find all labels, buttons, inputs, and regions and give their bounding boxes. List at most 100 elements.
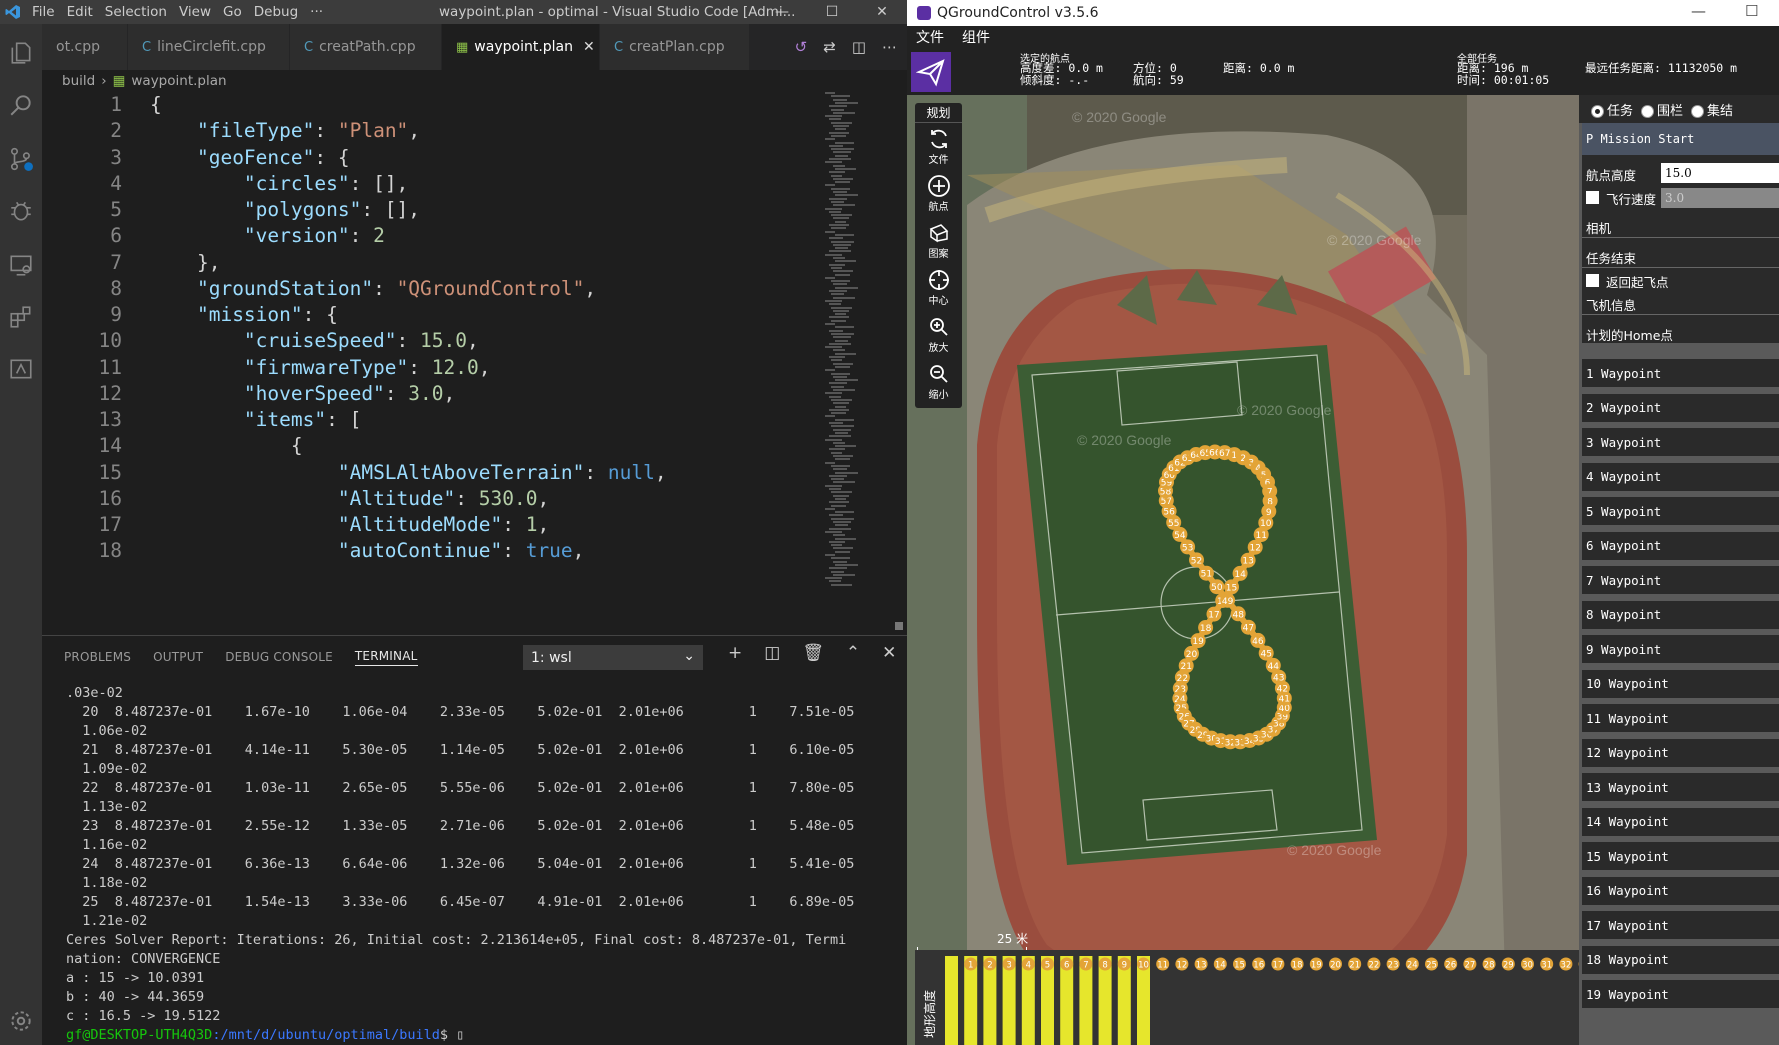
waypoint-item[interactable]: 8 Waypoint bbox=[1582, 600, 1779, 629]
menu-selection[interactable]: Selection bbox=[99, 4, 173, 20]
code-line[interactable]: 15 "AMSLAltAboveTerrain": null, bbox=[42, 458, 842, 488]
new-terminal-icon[interactable]: + bbox=[728, 643, 742, 663]
code-line[interactable]: 6 "version": 2 bbox=[42, 221, 842, 251]
tab-output[interactable]: OUTPUT bbox=[153, 650, 203, 664]
waypoint-item[interactable]: 12 Waypoint bbox=[1582, 738, 1779, 767]
vehicle-info-section[interactable]: 飞机信息 bbox=[1586, 295, 1636, 314]
terminal-prompt[interactable]: gf@DESKTOP-UTH4Q3D:/mnt/d/ubuntu/optimal… bbox=[66, 1026, 854, 1045]
explorer-icon[interactable] bbox=[6, 38, 36, 68]
minimize-button[interactable]: — bbox=[758, 0, 806, 24]
speed-input[interactable]: 3.0 bbox=[1661, 188, 1779, 208]
code-line[interactable]: 18 "autoContinue": true, bbox=[42, 536, 842, 566]
terminal-output[interactable]: .03e-02 20 8.487237e-01 1.67e-10 1.06e-0… bbox=[66, 684, 854, 1045]
tab-waypoint-plan[interactable]: ▦ waypoint.plan ✕ bbox=[442, 24, 600, 70]
waypoint-item[interactable]: 7 Waypoint bbox=[1582, 566, 1779, 594]
waypoint-item[interactable]: 10 Waypoint bbox=[1582, 669, 1779, 698]
code-editor[interactable]: 1{2 "fileType": "Plan", 3 "geoFence": {4 … bbox=[42, 92, 907, 635]
plan-view-button[interactable] bbox=[911, 52, 951, 92]
rtl-checkbox[interactable] bbox=[1586, 274, 1599, 287]
waypoint-item[interactable]: 4 Waypoint bbox=[1582, 462, 1779, 491]
waypoint-item[interactable]: 11 Waypoint bbox=[1582, 704, 1779, 732]
split-editor-icon[interactable]: ◫ bbox=[852, 38, 866, 56]
maximize-panel-icon[interactable]: ⌃ bbox=[846, 643, 860, 663]
mode-mission[interactable]: 任务 bbox=[1591, 100, 1633, 119]
source-control-icon[interactable] bbox=[6, 144, 36, 174]
center-tool-button[interactable]: 中心 bbox=[915, 264, 962, 311]
speed-checkbox[interactable] bbox=[1586, 191, 1599, 204]
waypoint-item[interactable]: 19 Waypoint bbox=[1582, 980, 1779, 1008]
tab-terminal[interactable]: TERMINAL bbox=[354, 649, 418, 666]
code-line[interactable]: 14 { bbox=[42, 431, 842, 461]
code-line[interactable]: 8 "groundStation": "QGroundControl", bbox=[42, 274, 842, 304]
menu-more[interactable]: ··· bbox=[304, 4, 329, 20]
close-button[interactable]: ✕ bbox=[858, 0, 906, 24]
tab-creatpath-cpp[interactable]: CcreatPath.cpp bbox=[290, 24, 442, 70]
code-line[interactable]: 4 "circles": [], bbox=[42, 169, 842, 199]
code-line[interactable]: 3 "geoFence": { bbox=[42, 143, 842, 173]
settings-gear-icon[interactable] bbox=[6, 1006, 36, 1036]
waypoint-item[interactable]: 18 Waypoint bbox=[1582, 945, 1779, 974]
terrain-altitude-chart[interactable]: 地形高度 1 2 3 4 5 6 7 8 9 10 11 12 13 14 15 16 17 18 19 20 21 22… bbox=[915, 950, 1579, 1045]
waypoint-item[interactable]: 15 Waypoint bbox=[1582, 842, 1779, 870]
git-compare-icon[interactable]: ↺ bbox=[795, 38, 808, 56]
code-line[interactable]: 10 "cruiseSpeed": 15.0, bbox=[42, 326, 842, 356]
mission-start-header[interactable]: P Mission Start bbox=[1582, 123, 1779, 155]
tab-ot-cpp[interactable]: ot.cpp bbox=[42, 24, 128, 70]
pattern-tool-button[interactable]: 图案 bbox=[915, 217, 962, 264]
waypoint-item[interactable]: 2 Waypoint bbox=[1582, 393, 1779, 422]
search-icon[interactable] bbox=[6, 90, 36, 120]
menu-file[interactable]: 文件 bbox=[907, 27, 953, 47]
zoom-out-button[interactable]: 缩小 bbox=[915, 358, 962, 405]
tab-creatplan-cpp[interactable]: CcreatPlan.cpp bbox=[600, 24, 750, 70]
close-tab-icon[interactable]: ✕ bbox=[583, 39, 595, 55]
tab-linecirclefit-cpp[interactable]: ClineCirclefit.cpp bbox=[128, 24, 290, 70]
waypoint-item[interactable]: 1 Waypoint bbox=[1582, 359, 1779, 387]
satellite-map[interactable]: © 2020 Google © 2020 Google © 2020 Googl… bbox=[907, 95, 1579, 1045]
mode-fence[interactable]: 围栏 bbox=[1641, 100, 1683, 119]
menu-debug[interactable]: Debug bbox=[248, 4, 304, 20]
zoom-in-button[interactable]: 放大 bbox=[915, 311, 962, 358]
tab-problems[interactable]: PROBLEMS bbox=[64, 650, 131, 664]
waypoint-item[interactable]: 9 Waypoint bbox=[1582, 635, 1779, 663]
code-line[interactable]: 13 "items": [ bbox=[42, 405, 842, 435]
close-panel-icon[interactable]: ✕ bbox=[882, 643, 896, 663]
breadcrumb-folder[interactable]: build bbox=[62, 73, 95, 89]
code-line[interactable]: 17 "AltitudeMode": 1, bbox=[42, 510, 842, 540]
more-actions-icon[interactable]: ⋯ bbox=[882, 38, 897, 56]
code-line[interactable]: 2 "fileType": "Plan", bbox=[42, 116, 842, 146]
extensions-icon[interactable] bbox=[6, 302, 36, 332]
open-changes-icon[interactable]: ⇄ bbox=[823, 38, 836, 56]
trash-icon[interactable]: 🗑 bbox=[802, 643, 824, 663]
waypoint-item[interactable]: 3 Waypoint bbox=[1582, 428, 1779, 456]
waypoint-item[interactable]: 16 Waypoint bbox=[1582, 876, 1779, 905]
mode-rally[interactable]: 集结 bbox=[1691, 100, 1733, 119]
minimize-button[interactable]: — bbox=[1691, 2, 1706, 20]
tab-debug-console[interactable]: DEBUG CONSOLE bbox=[225, 650, 333, 664]
camera-section[interactable]: 相机 bbox=[1586, 218, 1611, 237]
code-line[interactable]: 12 "hoverSpeed": 3.0, bbox=[42, 379, 842, 409]
code-line[interactable]: 16 "Altitude": 530.0, bbox=[42, 484, 842, 514]
menu-widgets[interactable]: 组件 bbox=[953, 27, 999, 47]
mission-end-section[interactable]: 任务结束 bbox=[1586, 248, 1636, 267]
panel-icon[interactable] bbox=[6, 354, 36, 384]
remote-explorer-icon[interactable] bbox=[6, 250, 36, 280]
altitude-input[interactable]: 15.0 bbox=[1661, 163, 1779, 183]
menu-go[interactable]: Go bbox=[217, 4, 248, 20]
code-line[interactable]: 9 "mission": { bbox=[42, 300, 842, 330]
minimap[interactable] bbox=[823, 92, 883, 635]
split-terminal-icon[interactable]: ◫ bbox=[764, 643, 780, 663]
file-tool-button[interactable]: 文件 bbox=[915, 123, 962, 170]
terminal-select[interactable]: 1: wsl ⌄ bbox=[523, 645, 703, 670]
maximize-button[interactable]: ☐ bbox=[808, 0, 856, 24]
waypoint-tool-button[interactable]: 航点 bbox=[915, 170, 962, 217]
menu-file[interactable]: File bbox=[26, 4, 61, 20]
scrollbar[interactable] bbox=[895, 622, 903, 630]
code-line[interactable]: 11 "firmwareType": 12.0, bbox=[42, 353, 842, 383]
menu-view[interactable]: View bbox=[173, 4, 217, 20]
menu-edit[interactable]: Edit bbox=[61, 4, 99, 20]
waypoint-item[interactable]: 14 Waypoint bbox=[1582, 807, 1779, 836]
waypoint-item[interactable]: 5 Waypoint bbox=[1582, 497, 1779, 525]
code-line[interactable]: 5 "polygons": [], bbox=[42, 195, 842, 225]
code-line[interactable]: 7 }, bbox=[42, 248, 842, 278]
maximize-button[interactable]: ☐ bbox=[1745, 2, 1758, 20]
